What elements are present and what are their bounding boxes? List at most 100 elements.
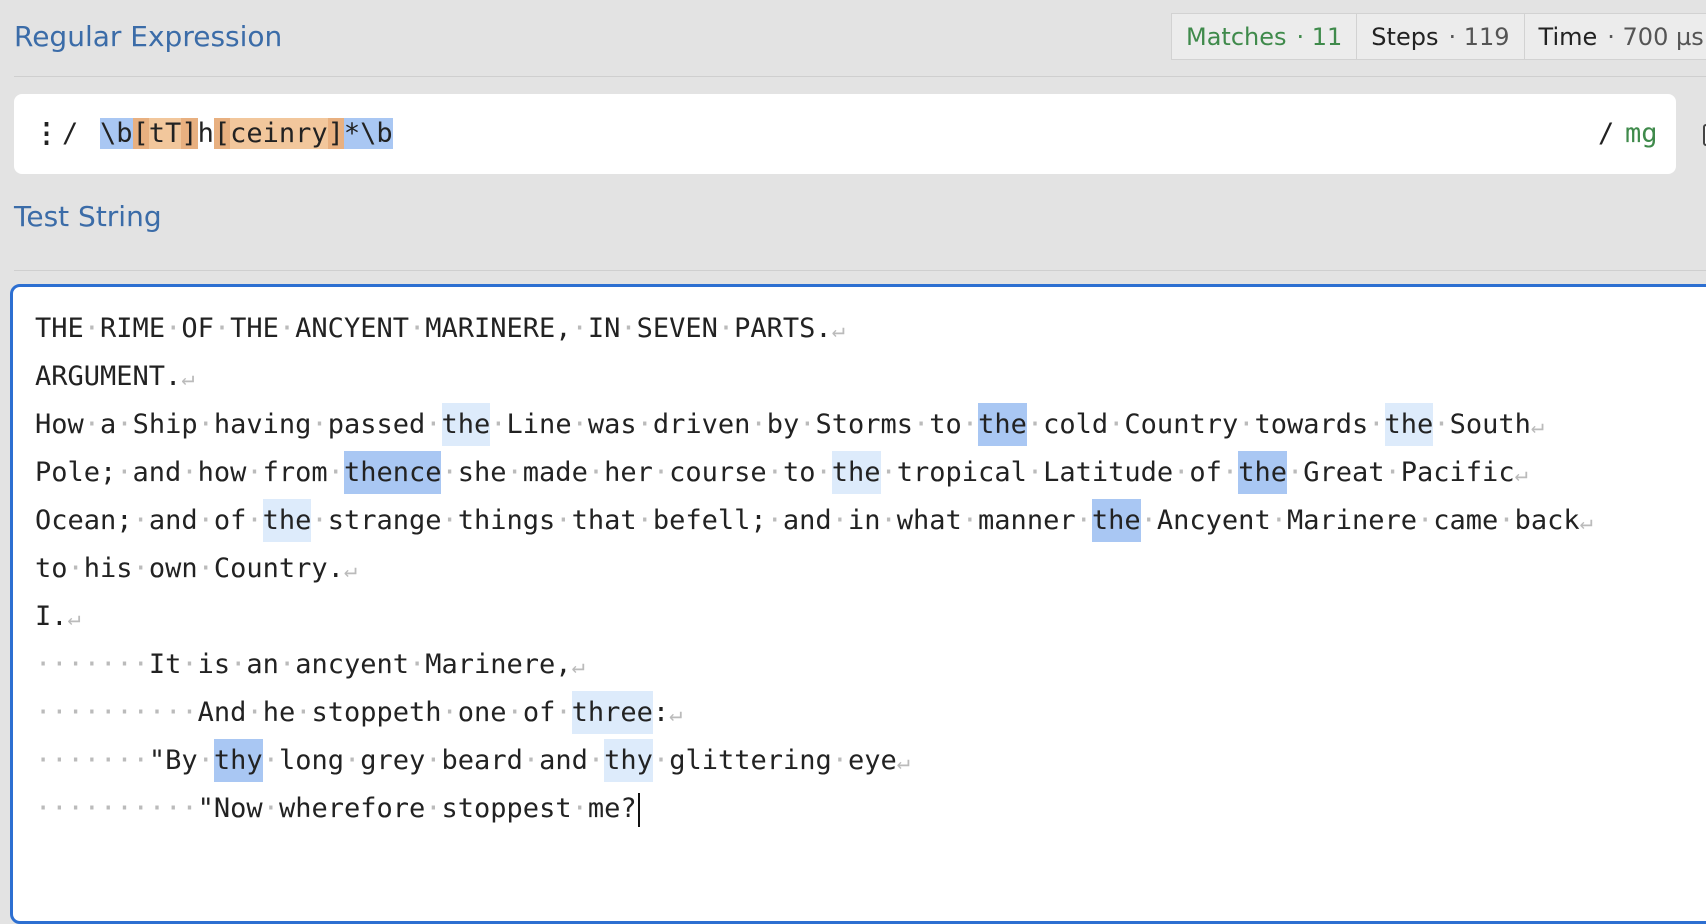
match-stats: Matches · 11 Steps · 119 Time · 700 µs [1171,13,1706,60]
regex-token: h [197,118,214,149]
newline-icon: ↵ [571,654,585,679]
copy-icon[interactable] [1702,118,1706,155]
whitespace-marker: · [636,409,653,440]
whitespace-marker: · [230,649,247,680]
newline-icon: ↵ [181,366,195,391]
matches-stat[interactable]: Matches · 11 [1172,14,1358,59]
steps-stat[interactable]: Steps · 119 [1357,14,1525,59]
whitespace-marker: · [213,313,231,344]
match-highlight[interactable]: the [831,451,881,494]
whitespace-marker: · [409,649,426,680]
whitespace-marker: · [961,409,979,440]
whitespace-marker: · [1433,409,1450,440]
whitespace-marker: · [295,697,312,728]
text-line: to·his·own·Country.↵ [35,553,358,584]
whitespace-marker: · [181,793,198,824]
match-highlight[interactable]: the [978,403,1027,446]
whitespace-marker: · [116,745,133,776]
text-line: How·a·Ship·having·passed·the·Line·was·dr… [35,401,1593,449]
whitespace-marker: · [262,745,279,776]
divider [14,76,1706,77]
whitespace-marker: · [132,505,149,536]
whitespace-marker: · [1498,505,1515,536]
regex-token: tT [148,118,182,149]
whitespace-marker: · [35,745,52,776]
time-label: Time [1538,22,1598,51]
whitespace-marker: · [132,793,149,824]
whitespace-marker: · [1368,409,1385,440]
test-string-text[interactable]: THE·RIME·OF·THE·ANCYENT·MARINERE,·IN·SEV… [35,305,1593,833]
whitespace-marker: · [197,505,214,536]
whitespace-marker: · [100,745,117,776]
match-highlight[interactable]: the [1091,499,1141,542]
whitespace-marker: · [246,697,263,728]
whitespace-marker: · [83,649,101,680]
test-string-editor[interactable]: THE·RIME·OF·THE·ANCYENT·MARINERE,·IN·SEV… [10,284,1706,924]
text-line: ··········And·he·stoppeth·one·of·three:↵ [35,689,1593,737]
whitespace-marker: · [67,553,84,584]
whitespace-marker: · [132,745,149,776]
whitespace-marker: · [522,745,540,776]
regex-pattern[interactable]: \b[tT]h[ceinry]*\b [100,118,393,149]
whitespace-marker: · [181,649,198,680]
newline-icon: ↵ [896,750,911,775]
whitespace-marker: · [1286,457,1304,488]
whitespace-marker: · [116,649,133,680]
text-line: ·······"By·thy·long·grey·beard·and·thy·g… [35,737,1593,785]
time-stat[interactable]: Time · 700 µs [1525,14,1706,59]
whitespace-marker: · [571,793,588,824]
whitespace-marker: · [652,745,670,776]
newline-icon: ↵ [669,702,683,727]
whitespace-marker: · [815,457,832,488]
matches-value: · 11 [1296,22,1343,51]
time-value: · 700 µs [1607,22,1704,51]
whitespace-marker: · [83,313,101,344]
match-highlight[interactable]: thence [343,451,442,494]
match-highlight[interactable]: the [1384,403,1434,446]
text-line: ··········"Now·wherefore·stoppest·me? [35,785,1593,833]
whitespace-marker: · [35,649,52,680]
match-highlight[interactable]: thy [604,739,653,782]
whitespace-marker: · [880,457,897,488]
whitespace-marker: · [555,505,572,536]
whitespace-marker: · [1026,409,1044,440]
whitespace-marker: · [67,649,84,680]
whitespace-marker: · [83,409,101,440]
test-string-title: Test String [14,199,162,233]
whitespace-marker: · [132,649,149,680]
whitespace-marker: · [100,793,117,824]
whitespace-marker: · [961,505,979,536]
whitespace-marker: · [181,697,198,728]
whitespace-marker: · [1108,409,1125,440]
whitespace-marker: · [555,697,572,728]
whitespace-marker: · [441,457,458,488]
whitespace-marker: · [67,745,84,776]
whitespace-marker: · [311,409,328,440]
whitespace-marker: · [116,409,133,440]
flags-selector[interactable]: mg [1625,118,1658,149]
whitespace-marker: · [83,745,101,776]
whitespace-marker: · [425,745,442,776]
match-highlight[interactable]: the [441,403,491,446]
whitespace-marker: · [571,313,588,344]
whitespace-marker: · [165,313,182,344]
regex-token: \b [360,118,393,149]
newline-icon: ↵ [343,558,358,583]
whitespace-marker: · [620,313,637,344]
whitespace-marker: · [35,793,52,824]
steps-label: Steps [1371,22,1439,51]
match-highlight[interactable]: the [262,499,312,542]
newline-icon: ↵ [1579,510,1593,535]
whitespace-marker: · [246,505,263,536]
whitespace-marker: · [132,697,149,728]
vertical-dots-icon[interactable]: ⋮ [33,118,60,149]
match-highlight[interactable]: the [1238,451,1287,494]
match-highlight[interactable]: thy [213,739,263,782]
whitespace-marker: · [880,505,897,536]
match-highlight[interactable]: three [571,691,653,734]
regex-input[interactable]: ⋮ / \b[tT]h[ceinry]*\b / mg [14,94,1706,174]
newline-icon: ↵ [67,606,81,631]
whitespace-marker: · [343,745,361,776]
regex-token: ] [181,118,198,149]
whitespace-marker: · [1075,505,1092,536]
